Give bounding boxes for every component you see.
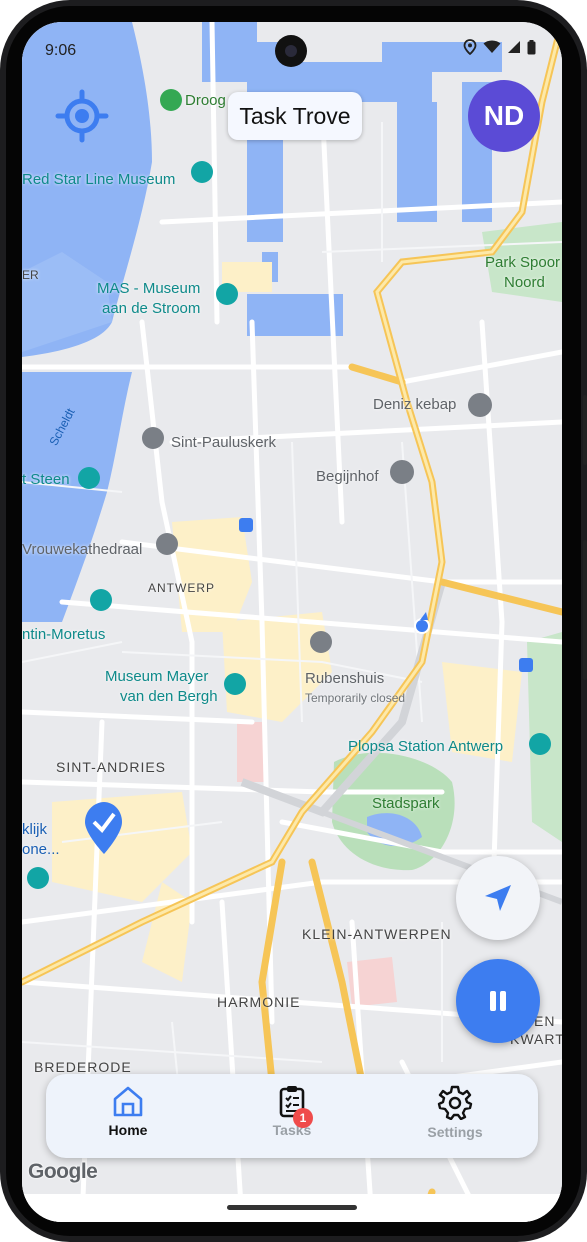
status-time: 9:06 [45,42,77,59]
home-indicator[interactable] [227,1205,357,1210]
map-label: SINT-ANDRIES [56,759,167,775]
map-label: BREDERODE [34,1059,132,1075]
map-label: Vrouwekathedraal [22,541,143,558]
map-label: Noord [504,274,545,291]
bottom-navigation: Home Tasks 1 Settings [46,1074,538,1158]
map-label: Park Spoor [485,254,561,271]
app-title: Task Trove [228,92,362,140]
map-label: MAS - Museum [97,280,201,297]
gear-icon [437,1085,473,1120]
nav-item-tasks[interactable]: Tasks 1 [242,1084,342,1152]
pause-icon [490,991,506,1011]
map-label: HARMONIE [217,994,301,1010]
nav-label-home: Home [108,1122,148,1138]
map-label: ANTWERP [148,581,215,595]
nav-label-settings: Settings [427,1124,483,1140]
status-bar: 9:06 [22,22,562,76]
wifi-icon [483,40,501,53]
google-logo: Google [28,1160,98,1183]
map-label: Red Star Line Museum [22,171,176,188]
navigate-button[interactable] [456,856,540,940]
map-label: van den Bergh [120,688,218,705]
locate-button[interactable] [50,84,114,148]
avatar[interactable]: ND [468,80,540,152]
crosshair-icon [55,89,109,143]
map-label: Plopsa Station Antwerp [348,738,504,755]
navigation-arrow-icon [485,885,511,911]
map-label: ntin-Moretus [22,626,106,643]
map-label: Deniz kebap [373,396,457,413]
map[interactable] [22,22,562,1222]
phone-side-button [583,395,587,465]
map-label: Temporarily closed [305,691,406,705]
screen: Droog Red Star Line Museum MAS - Museum … [22,22,562,1222]
map-label: Rubenshuis [305,670,385,687]
map-label: aan de Stroom [102,300,201,317]
map-label: klijk [22,821,47,838]
map-label: Droog [185,92,226,109]
map-label: KLEIN-ANTWERPEN [302,926,452,942]
map-label: t Steen [22,471,70,488]
front-camera [275,35,307,67]
map-label: one... [22,841,60,858]
map-label: Stadspark [372,795,440,812]
battery-icon [527,39,536,54]
nav-item-home[interactable]: Home [78,1084,178,1152]
map-label: Begijnhof [316,468,379,485]
pause-button[interactable] [456,959,540,1043]
location-icon [463,39,477,55]
map-label: Sint-Pauluskerk [171,434,277,451]
phone-volume-button [583,540,587,680]
signal-icon [508,41,520,53]
gesture-bar [22,1194,562,1222]
nav-item-settings[interactable]: Settings [405,1084,505,1152]
home-icon [113,1086,143,1117]
map-label: Museum Mayer [105,668,209,685]
tasks-badge: 1 [293,1108,313,1128]
map-label: ER [22,268,39,282]
status-icons [463,39,536,55]
